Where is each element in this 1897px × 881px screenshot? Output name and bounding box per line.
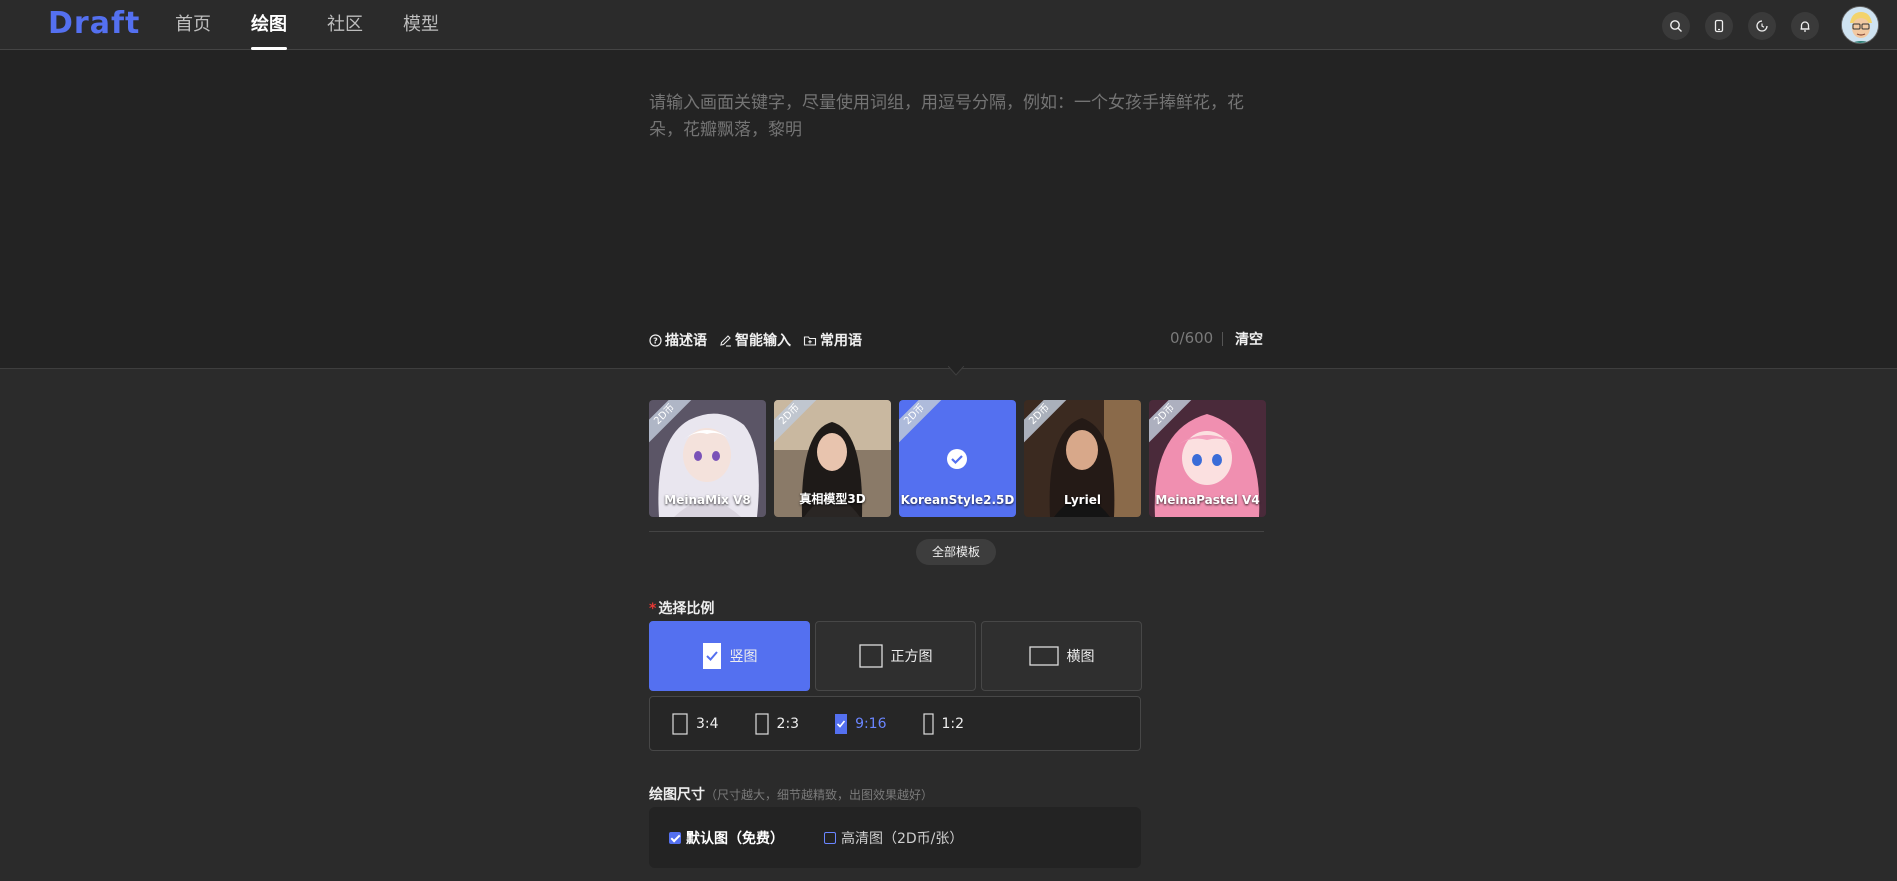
sub-ratio-options: 3:4 2:3 9:16 1:2 bbox=[649, 696, 1141, 751]
all-templates-button[interactable]: 全部模板 bbox=[916, 539, 996, 565]
template-list: 2D币 MeinaMix V8 2D币 真相模型3D 2D币 KoreanSty… bbox=[649, 400, 1266, 517]
prompt-panel: ? 描述语 智能输入 常用语 0/600 清空 bbox=[0, 50, 1897, 369]
required-mark: * bbox=[649, 601, 657, 617]
portrait-check-icon bbox=[702, 643, 721, 669]
nav-item-draw[interactable]: 绘图 bbox=[251, 0, 287, 50]
size-hd-label: 高清图（2D币/张） bbox=[841, 830, 964, 847]
ratio-portrait-button[interactable]: 竖图 bbox=[649, 621, 810, 691]
landscape-icon bbox=[1028, 646, 1059, 666]
history-icon[interactable] bbox=[1748, 12, 1776, 40]
template-card-lyriel[interactable]: 2D币 Lyriel bbox=[1024, 400, 1141, 517]
sub-ratio-9-16[interactable]: 9:16 bbox=[835, 713, 887, 735]
template-card-realistic-3d[interactable]: 2D币 真相模型3D bbox=[774, 400, 891, 517]
sub-ratio-2-3[interactable]: 2:3 bbox=[754, 712, 800, 735]
prompt-toolbar: ? 描述语 智能输入 常用语 bbox=[649, 330, 862, 350]
top-header: Draft 首页 绘图 社区 模型 bbox=[0, 0, 1897, 50]
main-nav: 首页 绘图 社区 模型 bbox=[175, 0, 479, 50]
checkbox-icon bbox=[824, 831, 836, 844]
template-card-meinamix[interactable]: 2D币 MeinaMix V8 bbox=[649, 400, 766, 517]
caret-down-icon bbox=[948, 366, 964, 376]
ratio-square-label: 正方图 bbox=[890, 649, 933, 665]
size-hd-option[interactable]: 高清图（2D币/张） bbox=[824, 828, 963, 848]
template-card-meinapastel[interactable]: 2D币 MeinaPastel V4 bbox=[1149, 400, 1266, 517]
size-default-label: 默认图（免费） bbox=[686, 830, 784, 847]
portrait-icon bbox=[672, 712, 688, 735]
size-options: 默认图（免费） 高清图（2D币/张） bbox=[649, 807, 1141, 868]
smart-input-label: 智能输入 bbox=[735, 333, 791, 349]
ratio-square-button[interactable]: 正方图 bbox=[815, 621, 976, 691]
size-title: 绘图尺寸（尺寸越大，细节越精致，出图效果越好） bbox=[649, 784, 933, 804]
size-title-text: 绘图尺寸 bbox=[649, 787, 705, 803]
nav-item-models[interactable]: 模型 bbox=[403, 0, 439, 50]
coin-badge: 2D币 bbox=[899, 400, 944, 444]
template-name: KoreanStyle2.5D bbox=[900, 493, 1015, 507]
pencil-icon bbox=[720, 334, 731, 347]
logo[interactable]: Draft bbox=[48, 6, 140, 41]
nav-item-community[interactable]: 社区 bbox=[327, 0, 363, 50]
folder-plus-icon bbox=[803, 335, 817, 346]
portrait-icon bbox=[922, 712, 934, 735]
sub-ratio-1-2[interactable]: 1:2 bbox=[922, 712, 965, 735]
svg-text:?: ? bbox=[653, 336, 658, 345]
sub-ratio-label: 3:4 bbox=[696, 715, 719, 732]
size-default-option[interactable]: 默认图（免费） bbox=[669, 828, 784, 848]
sub-ratio-label: 9:16 bbox=[855, 715, 887, 732]
prompt-input[interactable] bbox=[649, 90, 1264, 290]
smart-input-button[interactable]: 智能输入 bbox=[719, 330, 791, 350]
header-icons bbox=[1662, 12, 1819, 40]
ratio-portrait-label: 竖图 bbox=[729, 649, 758, 665]
ratio-landscape-button[interactable]: 横图 bbox=[981, 621, 1142, 691]
size-hint: （尺寸越大，细节越精致，出图效果越好） bbox=[705, 788, 934, 802]
portrait-check-icon bbox=[835, 713, 848, 734]
common-phrases-button[interactable]: 常用语 bbox=[803, 330, 862, 350]
help-circle-icon: ? bbox=[649, 333, 662, 347]
sub-ratio-3-4[interactable]: 3:4 bbox=[672, 712, 719, 735]
mobile-icon[interactable] bbox=[1705, 12, 1733, 40]
ratio-title-text: 选择比例 bbox=[658, 601, 715, 617]
check-circle-icon bbox=[947, 449, 967, 469]
square-icon bbox=[858, 644, 883, 668]
template-name: MeinaMix V8 bbox=[664, 493, 751, 507]
sub-ratio-label: 2:3 bbox=[776, 715, 800, 732]
search-icon[interactable] bbox=[1662, 12, 1690, 40]
nav-item-home[interactable]: 首页 bbox=[175, 0, 211, 50]
clear-button[interactable]: 清空 bbox=[1235, 329, 1263, 349]
bell-icon[interactable] bbox=[1791, 12, 1819, 40]
common-phrases-label: 常用语 bbox=[820, 333, 862, 349]
template-name: 真相模型3D bbox=[799, 492, 866, 506]
ratio-options: 竖图 正方图 横图 bbox=[649, 621, 1142, 691]
avatar[interactable] bbox=[1841, 6, 1879, 44]
checkbox-checked-icon bbox=[669, 831, 681, 844]
template-card-koreanstyle[interactable]: 2D币 KoreanStyle2.5D bbox=[899, 400, 1016, 517]
char-counter: 0/600 bbox=[1170, 329, 1214, 347]
describe-label: 描述语 bbox=[665, 333, 707, 349]
describe-button[interactable]: ? 描述语 bbox=[649, 330, 707, 350]
divider bbox=[649, 531, 1264, 532]
sub-ratio-label: 1:2 bbox=[941, 715, 965, 732]
template-name: Lyriel bbox=[1064, 493, 1101, 507]
divider bbox=[1222, 332, 1223, 346]
ratio-landscape-label: 横图 bbox=[1066, 649, 1095, 665]
ratio-title: * 选择比例 bbox=[649, 598, 714, 618]
portrait-icon bbox=[754, 712, 769, 735]
template-name: MeinaPastel V4 bbox=[1155, 493, 1260, 507]
